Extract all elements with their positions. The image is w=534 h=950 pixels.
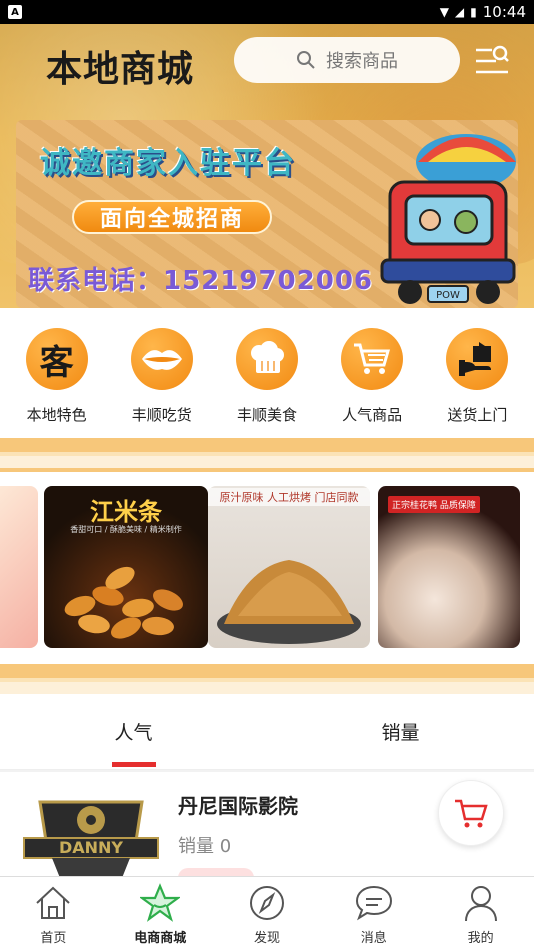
- floss-illustration: [217, 560, 361, 644]
- search-placeholder: 搜索商品: [326, 51, 398, 72]
- compass-icon: [249, 886, 284, 920]
- nav-profile[interactable]: 我的: [427, 877, 534, 950]
- guest-icon: 客: [25, 328, 88, 390]
- carousel-slide[interactable]: 原汁原味 人工烘烤 门店同款: [208, 486, 370, 648]
- product-name: 丹尼国际影院: [178, 794, 298, 818]
- nav-label: 电商商城: [134, 931, 187, 946]
- nav-mall[interactable]: 电商商城: [107, 877, 214, 950]
- nav-home[interactable]: 首页: [0, 877, 107, 950]
- nav-label: 发现: [253, 931, 280, 946]
- banner-phone: 联系电话：15219702006: [28, 266, 373, 296]
- hero-header: 本地商城 搜索商品 诚邀商家入驻平台 面向全城招商 联系电话：152197020…: [0, 24, 534, 308]
- promo-banner[interactable]: 诚邀商家入驻平台 面向全城招商 联系电话：15219702006 POW: [16, 120, 518, 308]
- star-icon: [140, 883, 181, 922]
- delivery-box-icon: [446, 328, 509, 390]
- active-tab-indicator: [111, 762, 156, 767]
- status-indicators: ▼ ◢ ▮ 10:44: [440, 3, 526, 21]
- tab-label: 人气: [114, 722, 153, 744]
- chef-hat-icon: [235, 328, 298, 390]
- category-local-specialty[interactable]: 客 本地特色: [12, 308, 102, 438]
- category-label: 丰顺美食: [236, 406, 297, 424]
- banner-headline: 诚邀商家入驻平台: [40, 146, 296, 181]
- app-notification-icon: A: [8, 5, 22, 19]
- nav-label: 我的: [467, 931, 494, 946]
- cart-icon: [455, 799, 488, 828]
- slide-title: 江米条: [90, 498, 162, 526]
- nav-label: 消息: [360, 931, 387, 946]
- carousel-slide-partial[interactable]: [0, 486, 38, 648]
- tab-sales[interactable]: 销量: [267, 694, 534, 769]
- category-row: 客 本地特色 丰顺吃货 丰顺美食 人气商品 送货上门: [0, 308, 534, 438]
- nav-label: 首页: [40, 931, 67, 946]
- user-icon: [464, 886, 497, 922]
- chat-icon: [355, 885, 392, 921]
- wifi-icon: ▼: [439, 5, 449, 19]
- home-icon: [36, 886, 71, 919]
- battery-icon: ▮: [470, 5, 477, 19]
- product-card[interactable]: DANNY 丹尼国际影院 销量 0: [0, 772, 534, 878]
- nav-discover[interactable]: 发现: [214, 877, 321, 950]
- slide-title: 正宗桂花鸭 品质保障: [388, 496, 480, 513]
- category-label: 送货上门: [447, 406, 508, 424]
- snack-illustration: [64, 566, 183, 639]
- slide-subtitle: 香甜可口 / 酥脆美味 / 精米制作: [70, 525, 182, 534]
- slide-title: 原汁原味 人工烘烤 门店同款: [208, 488, 370, 506]
- product-logo-text: DANNY: [59, 838, 123, 857]
- category-popular[interactable]: 人气商品: [327, 308, 417, 438]
- bottom-nav: 首页 电商商城 发现 消息 我的: [0, 876, 534, 950]
- category-foodie[interactable]: 丰顺吃货: [117, 308, 207, 438]
- product-logo: DANNY: [23, 800, 159, 878]
- banner-bus-illustration: POW: [380, 134, 516, 304]
- menu-search-icon[interactable]: [474, 44, 510, 78]
- status-time: 10:44: [482, 3, 526, 21]
- section-divider: [0, 438, 534, 472]
- tab-label: 销量: [381, 722, 420, 744]
- tab-popular[interactable]: 人气: [0, 694, 267, 769]
- lips-icon: [130, 328, 193, 390]
- category-label: 丰顺吃货: [131, 406, 192, 424]
- category-label: 本地特色: [26, 406, 87, 424]
- sort-tabs: 人气 销量: [0, 694, 534, 770]
- carousel-slide[interactable]: 江米条 香甜可口 / 酥脆美味 / 精米制作: [44, 486, 208, 648]
- status-bar: A ▼ ◢ ▮ 10:44: [0, 0, 534, 24]
- banner-art-caption: POW: [436, 290, 460, 301]
- nav-messages[interactable]: 消息: [320, 877, 427, 950]
- category-delivery[interactable]: 送货上门: [432, 308, 522, 438]
- app-title: 本地商城: [46, 48, 195, 90]
- category-label: 人气商品: [342, 406, 403, 424]
- add-to-cart-button[interactable]: [438, 780, 504, 846]
- carousel-slide[interactable]: 正宗桂花鸭 品质保障: [378, 486, 520, 648]
- search-bar[interactable]: 搜索商品: [234, 37, 460, 83]
- search-icon: [297, 51, 315, 69]
- cart-icon: [341, 328, 404, 390]
- banner-cta: 面向全城招商: [72, 200, 272, 234]
- product-sales: 销量 0: [178, 836, 232, 857]
- section-divider: [0, 664, 534, 694]
- category-cuisine[interactable]: 丰顺美食: [222, 308, 312, 438]
- product-carousel[interactable]: 江米条 香甜可口 / 酥脆美味 / 精米制作 原汁原味 人工烘烤 门店同款 正宗…: [0, 472, 534, 664]
- signal-icon: ◢: [454, 5, 465, 19]
